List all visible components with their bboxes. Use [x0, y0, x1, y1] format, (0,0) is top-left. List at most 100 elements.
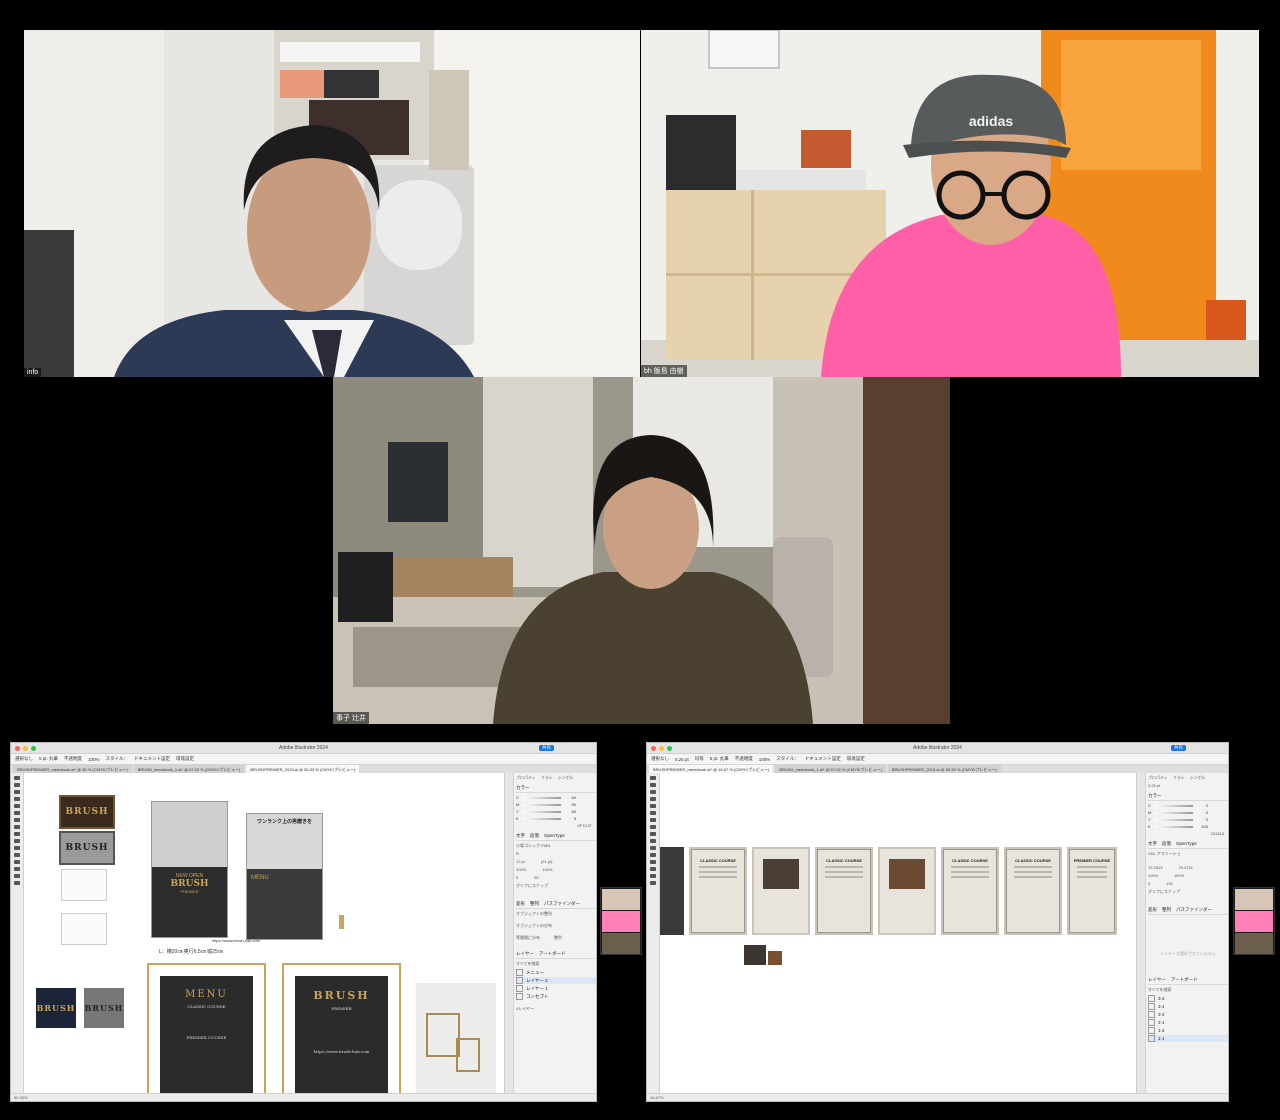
participant-video-3[interactable]: 事子 辻井	[333, 377, 950, 724]
line-tool-icon[interactable]	[650, 804, 656, 808]
share-button[interactable]: 共有	[1171, 745, 1186, 751]
visibility-icon[interactable]	[516, 985, 523, 992]
slider-track[interactable]	[1155, 804, 1193, 807]
vertical-scale-input[interactable]: 100%	[542, 867, 552, 873]
rectangle-tool-icon[interactable]	[650, 811, 656, 815]
document-settings-button[interactable]: ドキュメント設定	[134, 756, 170, 762]
visibility-icon[interactable]	[516, 993, 523, 1000]
character-tab[interactable]: 文字	[1148, 841, 1157, 848]
horizontal-scale-input[interactable]: 110%	[1148, 873, 1158, 879]
thumbnail-video[interactable]	[602, 889, 640, 910]
preferences-button[interactable]: 環境設定	[847, 756, 865, 762]
layer-item[interactable]: コンセプト	[516, 993, 596, 1000]
slider-track[interactable]	[1155, 811, 1193, 814]
layer-item[interactable]: 1-2	[1148, 1027, 1228, 1034]
paragraph-tab[interactable]: 段落	[530, 833, 539, 840]
properties-tab[interactable]: プロパティ	[516, 775, 536, 781]
channel-value[interactable]: 60	[564, 809, 576, 814]
slider-track[interactable]	[523, 803, 561, 806]
cyan-slider[interactable]: C0	[1148, 803, 1228, 808]
kerning-input[interactable]: 100	[1166, 881, 1173, 887]
scale-tool-icon[interactable]	[14, 846, 20, 850]
visibility-icon[interactable]	[516, 969, 523, 976]
stroke-weight-input[interactable]: 0.25 pt	[1148, 783, 1228, 789]
line-tool-icon[interactable]	[14, 804, 20, 808]
opentype-tab[interactable]: OpenType	[1176, 841, 1197, 848]
layers-tab[interactable]: レイヤー	[516, 951, 534, 958]
yellow-slider[interactable]: Y0	[1148, 817, 1228, 822]
selection-tool-icon[interactable]	[650, 776, 656, 780]
stroke-style-select[interactable]: 均等	[695, 756, 704, 762]
brush-select[interactable]: 5 pt. 丸筆	[710, 756, 729, 762]
layer-item[interactable]: レイヤー 1	[516, 985, 596, 992]
brush-tool-icon[interactable]	[14, 818, 20, 822]
slider-track[interactable]	[1155, 825, 1193, 828]
pen-tool-icon[interactable]	[650, 790, 656, 794]
layer-item[interactable]: メニュー	[516, 969, 596, 976]
align-tab[interactable]: 整列	[530, 901, 539, 908]
gradient-tool-icon[interactable]	[14, 860, 20, 864]
screen-share-illustrator-right[interactable]: Adobe Illustrator 2024 共有 選択なし 0.25 pt 均…	[646, 742, 1229, 1102]
font-size-input[interactable]: 12.2813	[1148, 865, 1162, 871]
channel-value[interactable]: 50	[564, 802, 576, 807]
participant-thumbnails[interactable]	[1233, 887, 1275, 955]
slider-track[interactable]	[523, 817, 561, 820]
magenta-slider[interactable]: M 50	[516, 802, 596, 807]
rotate-tool-icon[interactable]	[14, 839, 20, 843]
kerning-input[interactable]: 50	[534, 875, 538, 881]
type-tool-icon[interactable]	[14, 797, 20, 801]
panel-tabs[interactable]: プロパティ ブラシ シンボル	[516, 775, 596, 781]
yellow-slider[interactable]: Y 60	[516, 809, 596, 814]
thumbnail-video[interactable]	[602, 933, 640, 954]
layers-tab[interactable]: レイヤー	[1148, 977, 1166, 984]
visibility-icon[interactable]	[516, 977, 523, 984]
slider-track[interactable]	[1155, 818, 1193, 821]
participant-video-2[interactable]: adidas bh 飯島 由樹	[641, 30, 1259, 377]
visibility-icon[interactable]	[1148, 1019, 1155, 1026]
font-style-select[interactable]: R	[516, 851, 596, 857]
rotate-tool-icon[interactable]	[650, 839, 656, 843]
zoom-status[interactable]: 50.33%	[11, 1093, 596, 1101]
placed-image[interactable]	[768, 951, 782, 965]
symbol-tab[interactable]: シンボル	[1190, 775, 1206, 781]
hand-tool-icon[interactable]	[14, 874, 20, 878]
hex-value[interactable]: 6F7C4T	[516, 823, 596, 829]
hex-value[interactable]: 231815	[1148, 831, 1228, 837]
visibility-icon[interactable]	[1148, 1011, 1155, 1018]
font-family-select[interactable]: VDL アマミーショ	[1148, 851, 1228, 857]
eyedropper-tool-icon[interactable]	[14, 867, 20, 871]
direct-selection-tool-icon[interactable]	[650, 783, 656, 787]
screen-share-illustrator-left[interactable]: Adobe Illustrator 2024 共有 選択なし 5 pt. 丸筆 …	[10, 742, 597, 1102]
scale-tool-icon[interactable]	[650, 846, 656, 850]
properties-tab[interactable]: プロパティ	[1148, 775, 1168, 781]
channel-value[interactable]: 5	[564, 816, 576, 821]
selection-tool-icon[interactable]	[14, 776, 20, 780]
channel-value[interactable]: 0	[1196, 803, 1208, 808]
pathfinder-tab[interactable]: パスファインダー	[1176, 907, 1212, 914]
layer-search-input[interactable]: すべてを検索	[516, 961, 596, 967]
brush-tool-icon[interactable]	[650, 818, 656, 822]
pathfinder-tab[interactable]: パスファインダー	[544, 901, 580, 908]
channel-value[interactable]: 60	[564, 795, 576, 800]
panel-dock-strip[interactable]	[505, 773, 514, 1093]
gradient-tool-icon[interactable]	[650, 860, 656, 864]
brush-tab[interactable]: ブラシ	[1173, 775, 1185, 781]
artboard-canvas[interactable]: BRUSH BRUSH BRUSH BRUSH NEW OPEN BRUSH P…	[24, 773, 504, 1101]
properties-panel[interactable]: プロパティ ブラシ シンボル 0.25 pt カラー C0 M0 Y0 K 100…	[1136, 773, 1228, 1093]
eyedropper-tool-icon[interactable]	[650, 867, 656, 871]
layer-item-selected[interactable]: 1-1	[1148, 1035, 1228, 1042]
character-tabs[interactable]: 文字 段落 OpenType	[516, 833, 596, 841]
thumbnail-video[interactable]	[602, 911, 640, 932]
brush-select[interactable]: 5 pt. 丸筆	[39, 756, 58, 762]
transform-tabs[interactable]: 変形 整列 パスファインダー	[1148, 907, 1228, 915]
participant-thumbnails[interactable]	[600, 887, 642, 955]
black-slider[interactable]: K 100	[1148, 824, 1228, 829]
channel-value[interactable]: 0	[1196, 810, 1208, 815]
layer-item-selected[interactable]: レイヤー 2	[516, 977, 596, 984]
leading-input[interactable]: (21 pt)	[541, 859, 553, 865]
artboards-tab[interactable]: アートボード	[539, 951, 566, 958]
align-tab[interactable]: 整列	[1162, 907, 1171, 914]
zoom-tool-icon[interactable]	[14, 881, 20, 885]
leading-input[interactable]: 29.4751	[1178, 865, 1192, 871]
opacity-input[interactable]: 100%	[88, 757, 100, 762]
